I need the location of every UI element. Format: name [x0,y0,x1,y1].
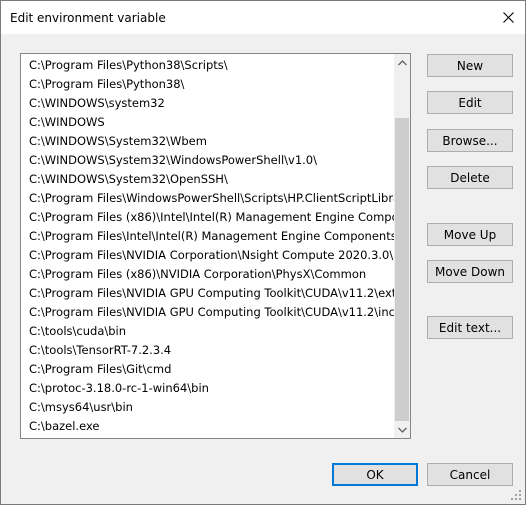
resize-grip-icon[interactable] [510,489,522,501]
path-list-item[interactable]: C:\tools\cuda\bin [22,322,394,341]
dialog-title: Edit environment variable [10,11,166,25]
path-list-item[interactable]: C:\Program Files\Python38\ [22,75,394,94]
path-list-item[interactable]: C:\WINDOWS\system32 [22,94,394,113]
path-list-item[interactable]: C:\Program Files\WindowsPowerShell\Scrip… [22,189,394,208]
new-button[interactable]: New [427,54,513,77]
scroll-down-button[interactable] [394,421,410,438]
path-list-item[interactable]: C:\WINDOWS\System32\Wbem [22,132,394,151]
path-list[interactable]: C:\Program Files\Python38\Scripts\ C:\Pro… [20,53,411,439]
close-icon [502,12,514,23]
path-list-item[interactable]: C:\Program Files\Intel\Intel(R) Manageme… [22,227,394,246]
title-bar[interactable]: Edit environment variable [1,1,525,34]
path-list-item[interactable]: C:\protoc-3.18.0-rc-1-win64\bin [22,379,394,398]
path-list-item[interactable]: C:\Program Files (x86)\Intel\Intel(R) Ma… [22,208,394,227]
path-list-item[interactable]: C:\Program Files\NVIDIA GPU Computing To… [22,284,394,303]
path-list-item[interactable]: C:\bazel.exe [22,417,394,436]
path-items: C:\Program Files\Python38\Scripts\ C:\Pro… [22,56,394,436]
path-list-item[interactable]: C:\Program Files\Git\cmd [22,360,394,379]
edit-env-variable-dialog: Edit environment variable C:\Program Fil… [0,0,526,505]
path-list-item[interactable]: C:\Program Files\NVIDIA Corporation\Nsig… [22,246,394,265]
path-list-item[interactable]: C:\Program Files\NVIDIA GPU Computing To… [22,303,394,322]
scroll-thumb[interactable] [395,118,409,421]
delete-button[interactable]: Delete [427,166,513,189]
edit-button[interactable]: Edit [427,91,513,114]
move-down-button[interactable]: Move Down [427,260,513,283]
path-list-item[interactable]: C:\WINDOWS\System32\OpenSSH\ [22,170,394,189]
path-list-item[interactable]: C:\WINDOWS [22,113,394,132]
close-button[interactable] [491,1,525,34]
path-list-item[interactable]: C:\msys64\usr\bin [22,398,394,417]
vertical-scrollbar[interactable] [394,54,410,438]
ok-button[interactable]: OK [332,463,418,486]
chevron-down-icon [397,427,407,433]
path-list-item[interactable]: C:\Program Files\Python38\Scripts\ [22,56,394,75]
path-list-item[interactable]: C:\Program Files (x86)\NVIDIA Corporatio… [22,265,394,284]
cancel-button[interactable]: Cancel [427,463,513,486]
move-up-button[interactable]: Move Up [427,223,513,246]
path-list-item[interactable]: C:\tools\TensorRT-7.2.3.4 [22,341,394,360]
edit-text-button[interactable]: Edit text... [427,316,513,339]
scroll-up-button[interactable] [394,54,410,71]
browse-button[interactable]: Browse... [427,129,513,152]
chevron-up-icon [397,59,407,65]
path-list-item[interactable]: C:\WINDOWS\System32\WindowsPowerShell\v1… [22,151,394,170]
